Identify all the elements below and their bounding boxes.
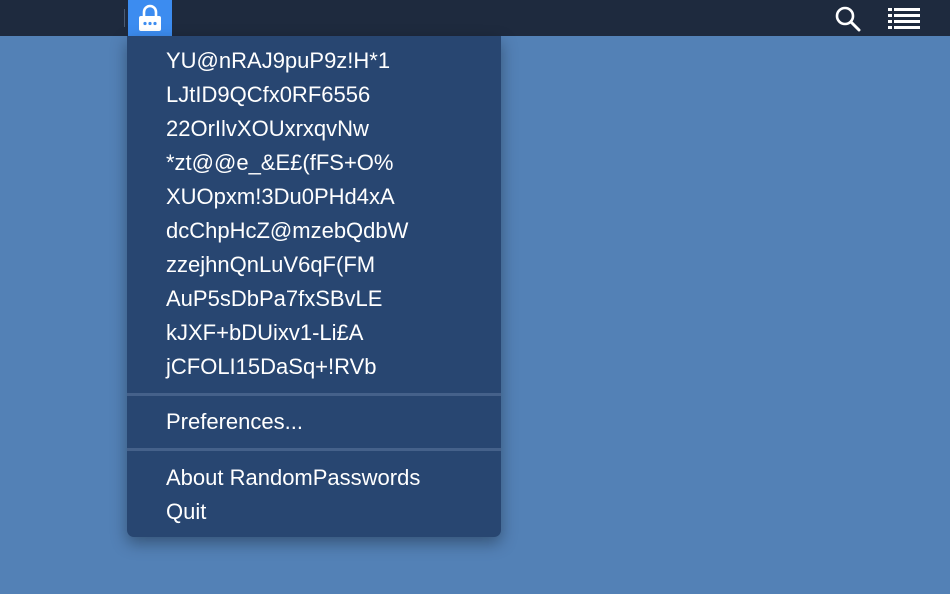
password-item[interactable]: *zt@@e_&E£(fFS+O% xyxy=(166,148,393,178)
menu-bar xyxy=(0,0,950,36)
password-item[interactable]: zzejhnQnLuV6qF(FM xyxy=(166,250,375,280)
list-icon[interactable] xyxy=(884,4,924,32)
password-item[interactable]: dcChpHcZ@mzebQdbW xyxy=(166,216,408,246)
password-item[interactable]: jCFOLI15DaSq+!RVb xyxy=(166,352,377,382)
menubar-divider xyxy=(124,9,125,27)
about-menu-item[interactable]: About RandomPasswords xyxy=(166,463,420,493)
quit-menu-item[interactable]: Quit xyxy=(166,497,206,527)
password-item[interactable]: kJXF+bDUixv1-Li£A xyxy=(166,318,363,348)
menu-separator xyxy=(127,448,501,451)
password-menu: YU@nRAJ9puP9z!H*1 LJtID9QCfx0RF6556 22Or… xyxy=(127,36,501,537)
preferences-menu-item[interactable]: Preferences... xyxy=(166,407,303,437)
lock-icon xyxy=(139,4,161,31)
password-item[interactable]: 22OrIlvXOUxrxqvNw xyxy=(166,114,369,144)
lock-status-item[interactable] xyxy=(128,0,172,36)
password-item[interactable]: YU@nRAJ9puP9z!H*1 xyxy=(166,46,390,76)
password-item[interactable]: LJtID9QCfx0RF6556 xyxy=(166,80,370,110)
search-icon[interactable] xyxy=(833,4,863,32)
password-item[interactable]: XUOpxm!3Du0PHd4xA xyxy=(166,182,395,212)
password-item[interactable]: AuP5sDbPa7fxSBvLE xyxy=(166,284,382,314)
menu-separator xyxy=(127,393,501,396)
